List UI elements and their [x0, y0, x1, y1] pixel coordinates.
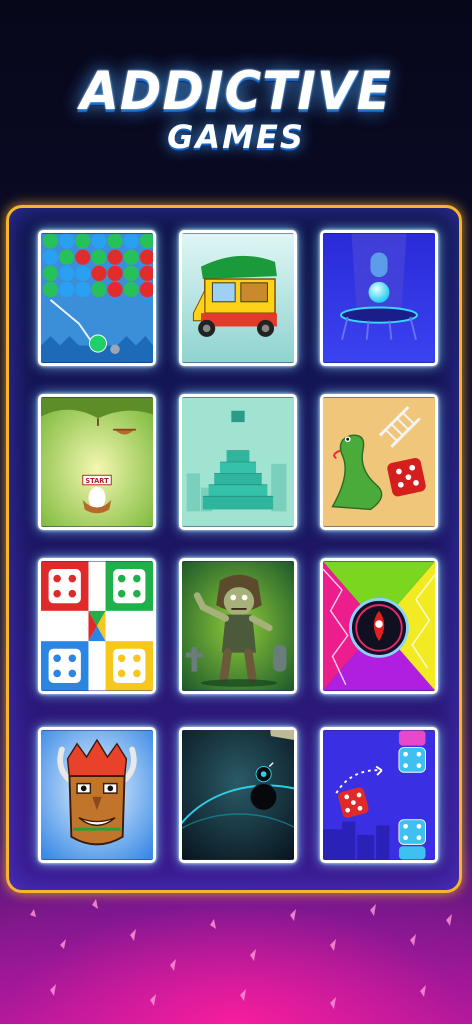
game-tile-bouncing-ball[interactable]	[320, 230, 438, 366]
ludo-board-icon	[41, 561, 153, 691]
game-tile-space-jump[interactable]	[179, 727, 297, 863]
space-jump-icon	[182, 730, 294, 860]
title-games: GAMES	[167, 118, 305, 156]
block-tower-icon	[182, 397, 294, 527]
title-addictive: ADDICTIVE	[80, 60, 392, 122]
game-grid-panel: START	[6, 205, 462, 893]
game-tile-bubble-shooter[interactable]	[38, 230, 156, 366]
game-tile-block-tower[interactable]	[179, 394, 297, 530]
game-tile-tribal-mask[interactable]	[38, 727, 156, 863]
decorative-sparks	[30, 899, 452, 1009]
bubble-shooter-icon	[41, 233, 153, 363]
game-tile-color-switch[interactable]	[320, 558, 438, 694]
app-title-logo: ADDICTIVE GAMES	[0, 60, 472, 156]
game-tile-egg-drop[interactable]: START	[38, 394, 156, 530]
color-switch-icon	[323, 561, 435, 691]
bouncing-ball-trampoline-icon	[323, 233, 435, 363]
egg-drop-icon: START	[41, 397, 153, 527]
snakes-ladders-icon	[323, 397, 435, 527]
tribal-mask-icon	[41, 730, 153, 860]
game-grid: START	[9, 208, 459, 890]
egg-start-label: START	[85, 477, 109, 485]
game-tile-dice-merge[interactable]	[320, 727, 438, 863]
zombie-icon	[182, 561, 294, 691]
dice-merge-icon	[323, 730, 435, 860]
auto-rickshaw-icon	[182, 233, 294, 363]
game-tile-snakes-ladders[interactable]	[320, 394, 438, 530]
game-tile-ludo[interactable]	[38, 558, 156, 694]
game-tile-zombie[interactable]	[179, 558, 297, 694]
game-tile-auto-rickshaw[interactable]	[179, 230, 297, 366]
